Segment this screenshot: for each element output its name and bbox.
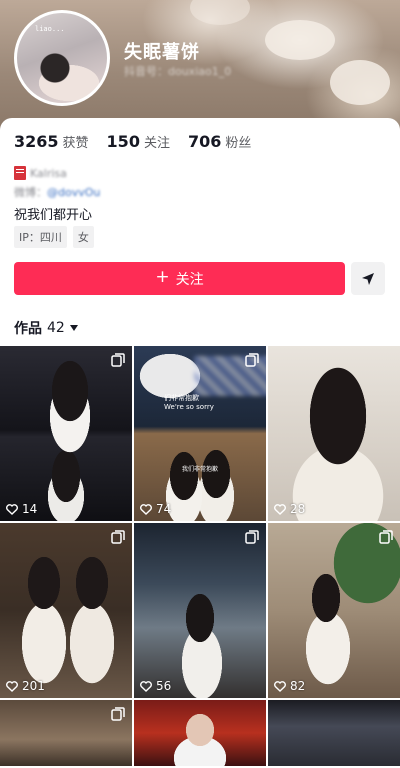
multi-image-icon [111, 530, 125, 544]
profile-card: 3265 获赞 150 关注 706 粉丝 Kalrisa 微博：@dovvOu… [0, 118, 400, 768]
tag-gender: 女 [72, 226, 94, 248]
bio-prefix: 微博： [14, 186, 47, 199]
like-count: 201 [6, 679, 45, 693]
like-count: 82 [274, 679, 305, 693]
multi-image-icon [111, 707, 125, 721]
nickname: 失眠薯饼 [124, 42, 200, 63]
like-value: 201 [22, 679, 45, 693]
multi-image-icon [111, 353, 125, 367]
banner-decoration [330, 60, 390, 105]
follow-label: 关注 [175, 271, 204, 288]
work-tile[interactable]: 14 [0, 346, 132, 521]
work-tile[interactable]: 56 [134, 523, 266, 698]
work-tile[interactable]: 们非常抱歉 We're so sorry 我们非常抱歉 74 [134, 346, 266, 521]
work-tile[interactable]: 82 [268, 523, 400, 698]
bio-mention-link[interactable]: @dovvOu [47, 186, 100, 199]
bio-text: Kalrisa [30, 166, 67, 180]
video-caption: 们非常抱歉 We're so sorry [164, 394, 214, 412]
heart-icon [274, 680, 286, 692]
heart-icon [6, 680, 18, 692]
stat-following[interactable]: 150 关注 [107, 132, 170, 151]
like-count: 74 [140, 502, 171, 516]
stat-label: 粉丝 [225, 136, 252, 151]
user-id: 抖音号：douxiao1_0 [124, 65, 232, 78]
multi-image-icon [379, 530, 393, 544]
bio-line: Kalrisa [14, 166, 67, 180]
works-count: 42 [47, 320, 65, 336]
plus-icon: + [155, 267, 170, 287]
stat-value: 3265 [14, 132, 59, 151]
multi-image-icon [245, 530, 259, 544]
like-count: 14 [6, 502, 37, 516]
signature: 祝我们都开心 [14, 208, 93, 223]
work-tile[interactable] [0, 700, 132, 766]
avatar[interactable]: liao... [14, 10, 110, 106]
avatar-tag: liao... [35, 25, 65, 33]
like-count: 56 [140, 679, 171, 693]
stat-value: 150 [106, 132, 140, 151]
work-tile[interactable]: 28 [268, 346, 400, 521]
like-value: 14 [22, 502, 38, 516]
work-tile[interactable] [134, 700, 266, 766]
multi-image-icon [245, 353, 259, 367]
like-value: 28 [290, 502, 306, 516]
chevron-down-icon [69, 325, 78, 331]
heart-icon [140, 503, 152, 515]
send-icon [362, 272, 374, 285]
work-tile[interactable]: 201 [0, 523, 132, 698]
stats-row: 3265 获赞 150 关注 706 粉丝 [14, 132, 251, 151]
profile-tags: IP：四川 女 [14, 226, 94, 248]
caption-cn: 们非常抱歉 [164, 394, 199, 402]
stat-value: 706 [187, 132, 222, 151]
profile-banner: liao... 失眠薯饼 抖音号：douxiao1_0 [0, 0, 400, 135]
work-tile[interactable] [268, 700, 400, 766]
bio-line: 微博：@dovvOu [14, 184, 100, 200]
like-value: 74 [156, 502, 172, 516]
book-icon [14, 166, 26, 180]
video-caption-small: 我们非常抱歉 [182, 466, 219, 473]
works-label: 作品 [14, 321, 42, 337]
stat-label: 关注 [143, 136, 170, 151]
stat-likes[interactable]: 3265 获赞 [14, 132, 89, 151]
heart-icon [140, 680, 152, 692]
works-tab[interactable]: 作品 42 [14, 318, 78, 338]
tag-ip-location: IP：四川 [14, 226, 67, 248]
heart-icon [274, 503, 286, 515]
heart-icon [6, 503, 18, 515]
like-value: 56 [156, 679, 172, 693]
follow-button[interactable]: + 关注 [14, 262, 345, 295]
like-count: 28 [274, 502, 305, 516]
send-message-button[interactable] [351, 262, 385, 295]
banner-decoration [190, 0, 250, 25]
works-grid: 14 们非常抱歉 We're so sorry 我们非常抱歉 74 28 201… [0, 346, 400, 766]
banner-decoration [265, 20, 335, 60]
stat-followers[interactable]: 706 粉丝 [188, 132, 251, 151]
like-value: 82 [290, 679, 306, 693]
stat-label: 获赞 [62, 136, 89, 151]
caption-en: We're so sorry [164, 403, 214, 412]
